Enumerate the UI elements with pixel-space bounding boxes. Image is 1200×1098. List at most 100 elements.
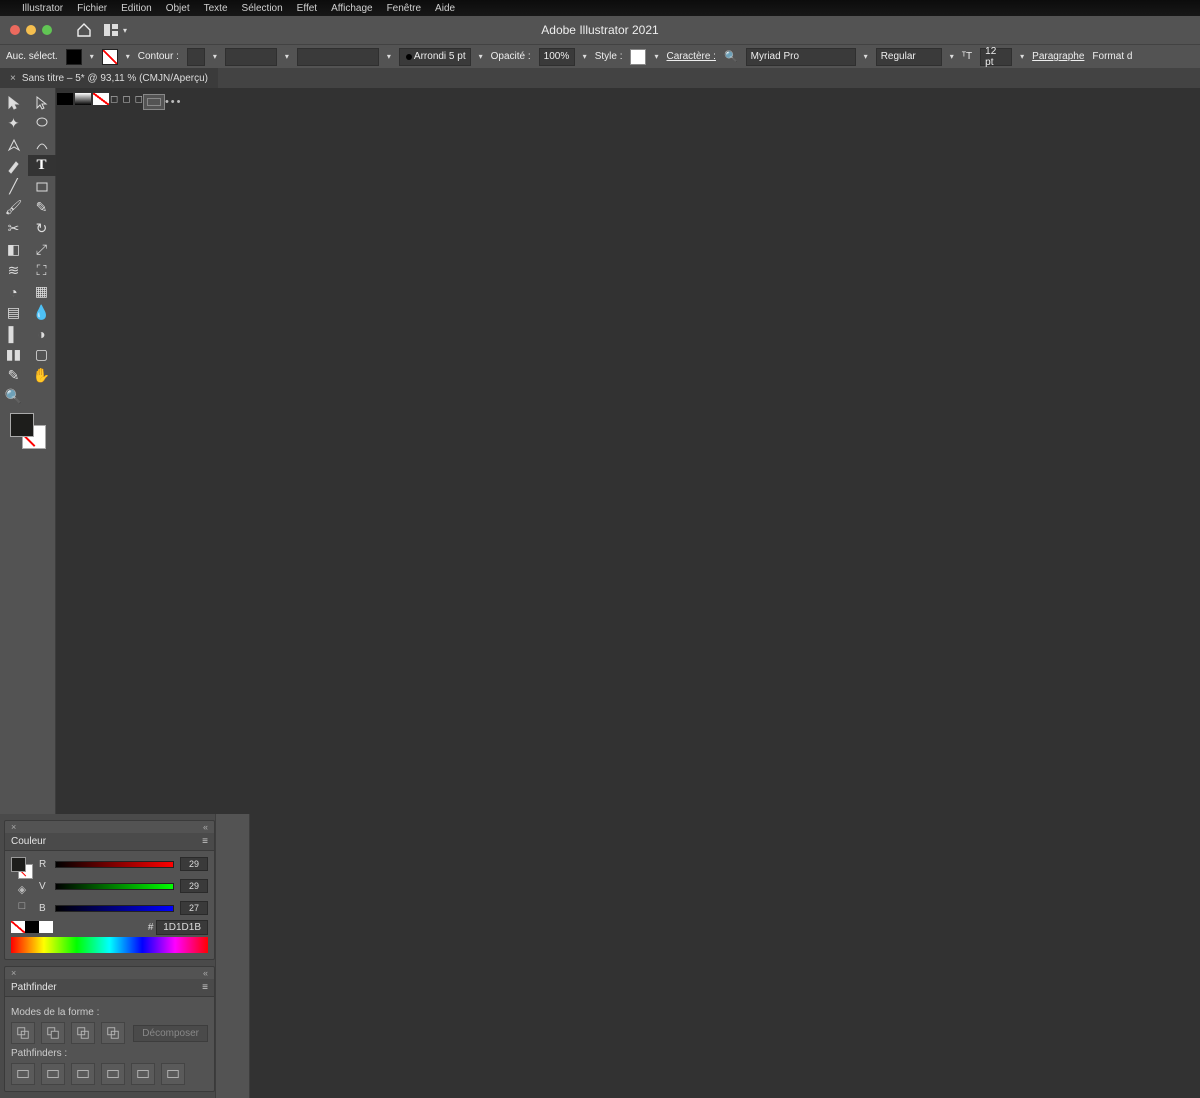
color-mode-solid[interactable] <box>56 92 74 106</box>
zoom-tool[interactable]: 🔍 <box>0 386 28 407</box>
color-panel-close[interactable]: × <box>11 822 16 832</box>
minimize-window-button[interactable] <box>26 25 36 35</box>
profile-dropdown[interactable]: ▾ <box>479 52 483 61</box>
pathfinder-panel-collapse[interactable]: « <box>203 968 208 978</box>
curvature-tool[interactable] <box>28 134 56 155</box>
menu-window[interactable]: Fenêtre <box>387 3 421 14</box>
scissors-tool[interactable]: ✂ <box>0 218 28 239</box>
opacity-dropdown[interactable]: ▾ <box>583 52 587 61</box>
none-swatch[interactable] <box>11 921 25 933</box>
caractere-link[interactable]: Caractère : <box>667 51 716 62</box>
close-tab-icon[interactable]: × <box>10 73 16 84</box>
pencil-tool[interactable]: ✎ <box>28 197 56 218</box>
selection-tool[interactable] <box>0 92 28 113</box>
variable-width-profile[interactable] <box>225 48 277 66</box>
color-spectrum[interactable] <box>11 937 208 953</box>
menu-effect[interactable]: Effet <box>297 3 317 14</box>
hand-tool[interactable]: ✋ <box>28 365 56 386</box>
shape-builder-tool[interactable]: ◔ <box>0 281 28 302</box>
hex-field[interactable]: 1D1D1B <box>156 920 208 935</box>
search-icon[interactable]: 🔍 <box>724 50 738 63</box>
font-size-field[interactable]: 12 pt <box>980 48 1012 66</box>
stroke-weight-dropdown[interactable]: ▾ <box>213 52 217 61</box>
b-value[interactable]: 27 <box>180 901 208 915</box>
color-mode-gradient[interactable] <box>74 92 92 106</box>
paintbrush-tool[interactable]: 🖌 <box>0 197 28 218</box>
blend-tool[interactable]: ◑ <box>28 323 56 344</box>
stroke-dropdown[interactable]: ▾ <box>126 52 130 61</box>
minus-front-button[interactable] <box>41 1022 65 1044</box>
rectangle-tool[interactable] <box>28 176 56 197</box>
white-swatch[interactable] <box>39 921 53 933</box>
font-size-dropdown[interactable]: ▾ <box>1020 52 1024 61</box>
color-fill-stroke-mini[interactable] <box>11 857 33 879</box>
menu-object[interactable]: Objet <box>166 3 190 14</box>
expand-button[interactable]: Décomposer <box>133 1025 208 1042</box>
lasso-tool[interactable] <box>28 113 56 134</box>
color-panel-tab[interactable]: Couleur ≡ <box>5 833 214 851</box>
merge-button[interactable] <box>71 1063 95 1085</box>
eyedropper-tool[interactable]: 💧 <box>28 302 56 323</box>
artboard-tool[interactable]: ▢ <box>28 344 56 365</box>
fill-swatch[interactable] <box>66 49 82 65</box>
font-weight-field[interactable]: Regular <box>876 48 942 66</box>
b-slider[interactable] <box>55 905 174 912</box>
draw-normal-icon[interactable]: ◻ <box>110 94 118 814</box>
menu-edit[interactable]: Edition <box>121 3 152 14</box>
paragraph-link[interactable]: Paragraphe <box>1032 51 1084 62</box>
font-weight-dropdown[interactable]: ▾ <box>950 52 954 61</box>
column-graph-tool[interactable]: ▮▮ <box>0 344 28 365</box>
slice-tool[interactable]: ✎ <box>0 365 28 386</box>
line-tool[interactable]: ╱ <box>0 176 28 197</box>
variable-width-dropdown[interactable]: ▾ <box>285 52 289 61</box>
menu-app[interactable]: Illustrator <box>22 3 63 14</box>
opacity-field[interactable]: 100% <box>539 48 575 66</box>
rotate-tool[interactable]: ↻ <box>28 218 56 239</box>
fill-dropdown[interactable]: ▾ <box>90 52 94 61</box>
screen-mode-button[interactable] <box>143 94 165 110</box>
v-slider[interactable] <box>55 883 174 890</box>
color-mode-none[interactable] <box>92 92 110 106</box>
crop-button[interactable] <box>101 1063 125 1085</box>
minus-back-button[interactable] <box>161 1063 185 1085</box>
stroke-swatch[interactable] <box>102 49 118 65</box>
font-family-dropdown[interactable]: ▾ <box>864 52 868 61</box>
menu-selection[interactable]: Sélection <box>242 3 283 14</box>
width-tool[interactable]: ≋ <box>0 260 28 281</box>
free-transform-tool[interactable]: ⛶ <box>28 260 56 281</box>
font-family-field[interactable]: Myriad Pro <box>746 48 856 66</box>
edit-toolbar-button[interactable]: ••• <box>165 96 183 814</box>
fill-stroke-control[interactable] <box>10 413 46 449</box>
direct-selection-tool[interactable] <box>28 92 56 113</box>
outline-button[interactable] <box>131 1063 155 1085</box>
square-icon[interactable]: □ <box>19 900 26 912</box>
brush-tool[interactable] <box>0 155 28 176</box>
format-link[interactable]: Format d <box>1092 51 1132 62</box>
draw-behind-icon[interactable]: ◻ <box>122 94 130 814</box>
brush-dropdown[interactable]: ▾ <box>387 52 391 61</box>
eraser-tool[interactable]: ◧ <box>0 239 28 260</box>
close-window-button[interactable] <box>10 25 20 35</box>
type-tool[interactable]: T <box>28 155 56 176</box>
exclude-button[interactable] <box>101 1022 125 1044</box>
stroke-weight-field[interactable] <box>187 48 205 66</box>
style-dropdown[interactable]: ▾ <box>654 52 658 61</box>
pathfinder-panel-tab[interactable]: Pathfinder ≡ <box>5 979 214 997</box>
pathfinder-panel-menu[interactable]: ≡ <box>202 982 208 993</box>
document-tab[interactable]: × Sans titre – 5* @ 93,11 % (CMJN/Aperçu… <box>0 68 218 88</box>
magic-wand-tool[interactable]: ✦ <box>0 113 28 134</box>
menu-file[interactable]: Fichier <box>77 3 107 14</box>
fullscreen-window-button[interactable] <box>42 25 52 35</box>
fill-color-icon[interactable] <box>10 413 34 437</box>
intersect-button[interactable] <box>71 1022 95 1044</box>
pen-tool[interactable] <box>0 134 28 155</box>
v-value[interactable]: 29 <box>180 879 208 893</box>
cube-icon[interactable]: ◈ <box>18 883 26 896</box>
color-panel-collapse[interactable]: « <box>203 822 208 832</box>
trim-button[interactable] <box>41 1063 65 1085</box>
menu-text[interactable]: Texte <box>204 3 228 14</box>
r-value[interactable]: 29 <box>180 857 208 871</box>
scale-tool[interactable]: ⤢ <box>28 239 56 260</box>
brush-field[interactable] <box>297 48 379 66</box>
gradient-tool[interactable]: ▌ <box>0 323 28 344</box>
